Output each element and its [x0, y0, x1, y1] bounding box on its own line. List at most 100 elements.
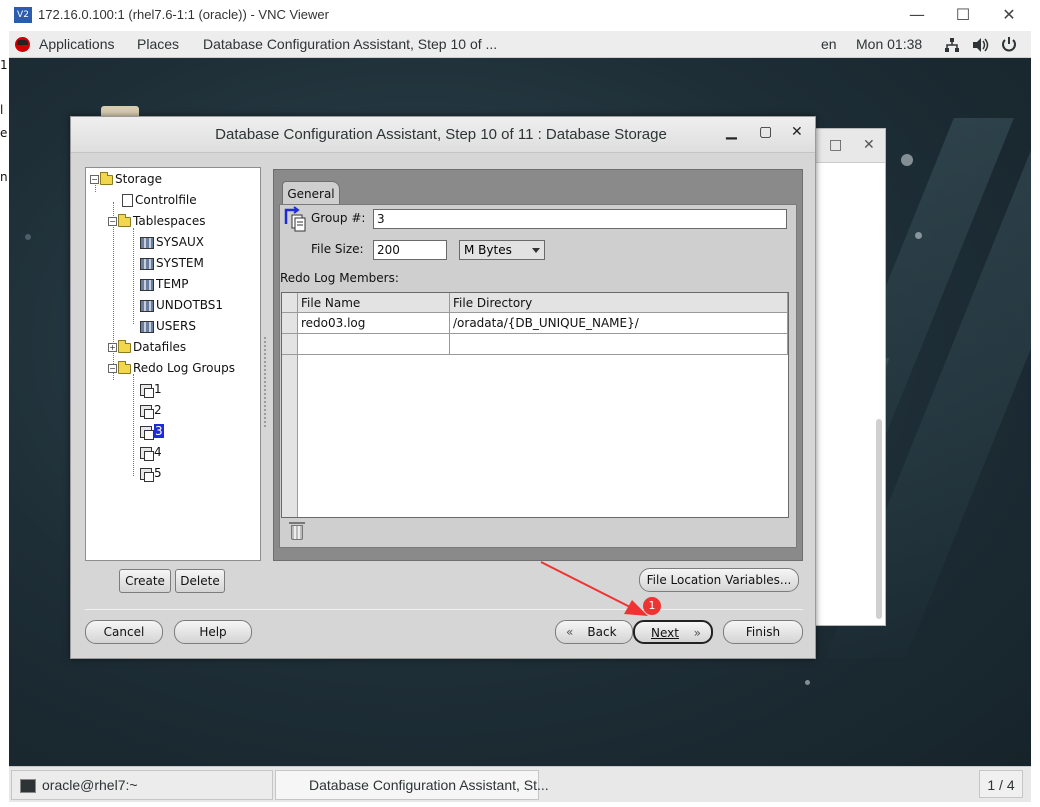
- redo-log-icon: [140, 425, 154, 440]
- tree-node-controlfile[interactable]: Controlfile: [122, 191, 197, 209]
- bg-dot: [915, 232, 922, 239]
- table-cell-file-directory[interactable]: /oradata/{DB_UNIQUE_NAME}/: [450, 313, 788, 334]
- vnc-close-button[interactable]: ✕: [994, 4, 1024, 26]
- chevron-down-icon: [532, 248, 540, 253]
- collapse-toggle[interactable]: −: [108, 364, 117, 373]
- table-corner: [282, 293, 298, 313]
- vnc-minimize-button[interactable]: —: [902, 4, 932, 26]
- back-button-label: Back: [587, 625, 617, 639]
- tree-label: SYSAUX: [156, 235, 204, 249]
- tree-label: TEMP: [156, 277, 189, 291]
- applications-menu[interactable]: Applications: [39, 36, 115, 52]
- next-button[interactable]: Next »: [633, 620, 713, 644]
- taskbar-item-label: oracle@rhel7:~: [42, 777, 138, 793]
- unit-select-value: M Bytes: [464, 243, 512, 257]
- file-size-field[interactable]: 200: [373, 240, 447, 260]
- redo-log-members-table: File Name File Directory redo03.log /ora…: [281, 292, 789, 518]
- tree-node-group-5[interactable]: 5: [140, 464, 162, 482]
- file-size-label: File Size:: [311, 242, 364, 256]
- tree-node-users[interactable]: USERS: [140, 317, 196, 335]
- bg-window-close-button[interactable]: ✕: [863, 137, 875, 153]
- background-window[interactable]: □ ✕: [810, 128, 886, 626]
- panel-splitter[interactable]: [264, 337, 268, 427]
- row-header[interactable]: [282, 313, 298, 334]
- folder-icon: [118, 213, 131, 227]
- tree-node-undotbs1[interactable]: UNDOTBS1: [140, 296, 223, 314]
- file-size-unit-select[interactable]: M Bytes: [459, 240, 545, 260]
- table-cell-file-name[interactable]: [298, 334, 450, 355]
- vnc-maximize-button[interactable]: ☐: [948, 4, 978, 26]
- tree-label: Controlfile: [135, 193, 197, 207]
- workspace-pager[interactable]: 1 / 4: [979, 770, 1023, 798]
- taskbar-item-dbca[interactable]: Database Configuration Assistant, St...: [275, 770, 549, 800]
- tree-node-system[interactable]: SYSTEM: [140, 254, 204, 272]
- table-cell-file-name[interactable]: redo03.log: [298, 313, 450, 334]
- dbca-dialog: Database Configuration Assistant, Step 1…: [70, 116, 816, 659]
- trash-icon[interactable]: [289, 522, 305, 540]
- dialog-close-button[interactable]: ✕: [791, 124, 803, 140]
- redo-log-icon: [140, 383, 154, 398]
- tree-node-group-4[interactable]: 4: [140, 443, 162, 461]
- network-icon[interactable]: [944, 37, 960, 53]
- tree-node-group-1[interactable]: 1: [140, 380, 162, 398]
- table-cell-file-directory[interactable]: [450, 334, 788, 355]
- bg-window-scrollbar[interactable]: [876, 419, 882, 619]
- tree-node-tablespaces[interactable]: − Tablespaces: [108, 212, 206, 230]
- tree-label: UNDOTBS1: [156, 298, 224, 312]
- tablespace-icon: [140, 236, 154, 249]
- folder-icon: [118, 339, 131, 353]
- bg-window-minimize-button[interactable]: □: [829, 137, 842, 153]
- tree-label: Tablespaces: [133, 214, 206, 228]
- power-icon[interactable]: [1001, 36, 1017, 53]
- row-header[interactable]: [282, 334, 298, 355]
- dialog-maximize-button[interactable]: ▢: [759, 124, 772, 140]
- help-button[interactable]: Help: [174, 620, 252, 644]
- tree-node-sysaux[interactable]: SYSAUX: [140, 233, 204, 251]
- redo-log-icon: [140, 446, 154, 461]
- create-button[interactable]: Create: [119, 569, 171, 593]
- file-location-variables-button[interactable]: File Location Variables...: [639, 568, 799, 592]
- tree-node-group-3[interactable]: 3: [140, 422, 164, 440]
- tree-label: USERS: [156, 319, 196, 333]
- clock[interactable]: Mon 01:38: [856, 36, 922, 52]
- tablespace-icon: [140, 257, 154, 270]
- tab-general[interactable]: General: [282, 181, 340, 205]
- tree-node-group-2[interactable]: 2: [140, 401, 162, 419]
- active-window-menu[interactable]: Database Configuration Assistant, Step 1…: [203, 36, 497, 52]
- dialog-title: Database Configuration Assistant, Step 1…: [215, 126, 667, 143]
- language-indicator[interactable]: en: [821, 36, 837, 52]
- delete-button[interactable]: Delete: [175, 569, 225, 593]
- taskbar-item-terminal[interactable]: oracle@rhel7:~: [11, 770, 273, 800]
- redo-log-icon: [140, 404, 154, 419]
- tree-label: Redo Log Groups: [133, 361, 235, 375]
- tree-label: Datafiles: [133, 340, 187, 354]
- back-button[interactable]: « Back: [555, 620, 633, 644]
- cancel-button[interactable]: Cancel: [85, 620, 163, 644]
- dialog-minimize-button[interactable]: ▁: [726, 124, 737, 140]
- general-tab-body: Group #: 3 File Size: 200 M Bytes Redo L…: [279, 204, 797, 548]
- tree-node-datafiles[interactable]: + Datafiles: [108, 338, 186, 356]
- next-button-label: Next: [651, 626, 679, 640]
- column-header-file-name[interactable]: File Name: [298, 293, 450, 313]
- bg-dot: [901, 154, 913, 166]
- tree-node-redo-log-groups[interactable]: − Redo Log Groups: [108, 359, 235, 377]
- tree-node-temp[interactable]: TEMP: [140, 275, 189, 293]
- group-number-field[interactable]: 3: [373, 209, 787, 229]
- file-icon: [122, 194, 133, 207]
- collapse-toggle[interactable]: −: [108, 217, 117, 226]
- clipped-left-window: 1 l e n: [0, 58, 9, 766]
- collapse-toggle[interactable]: −: [90, 175, 99, 184]
- group-number-label: Group #:: [311, 211, 366, 225]
- tree-label: 5: [154, 466, 162, 480]
- tree-label: 4: [154, 445, 162, 459]
- annotation-badge: 1: [643, 597, 661, 615]
- gnome-top-bar: Applications Places Database Configurati…: [9, 31, 1031, 58]
- finish-button[interactable]: Finish: [723, 620, 803, 644]
- redo-log-icon: [140, 467, 154, 482]
- tree-node-storage[interactable]: − Storage: [90, 170, 162, 188]
- column-header-file-directory[interactable]: File Directory: [450, 293, 788, 313]
- places-menu[interactable]: Places: [137, 36, 179, 52]
- expand-toggle[interactable]: +: [108, 343, 117, 352]
- volume-icon[interactable]: [972, 37, 990, 53]
- chevron-left-icon: «: [566, 625, 574, 639]
